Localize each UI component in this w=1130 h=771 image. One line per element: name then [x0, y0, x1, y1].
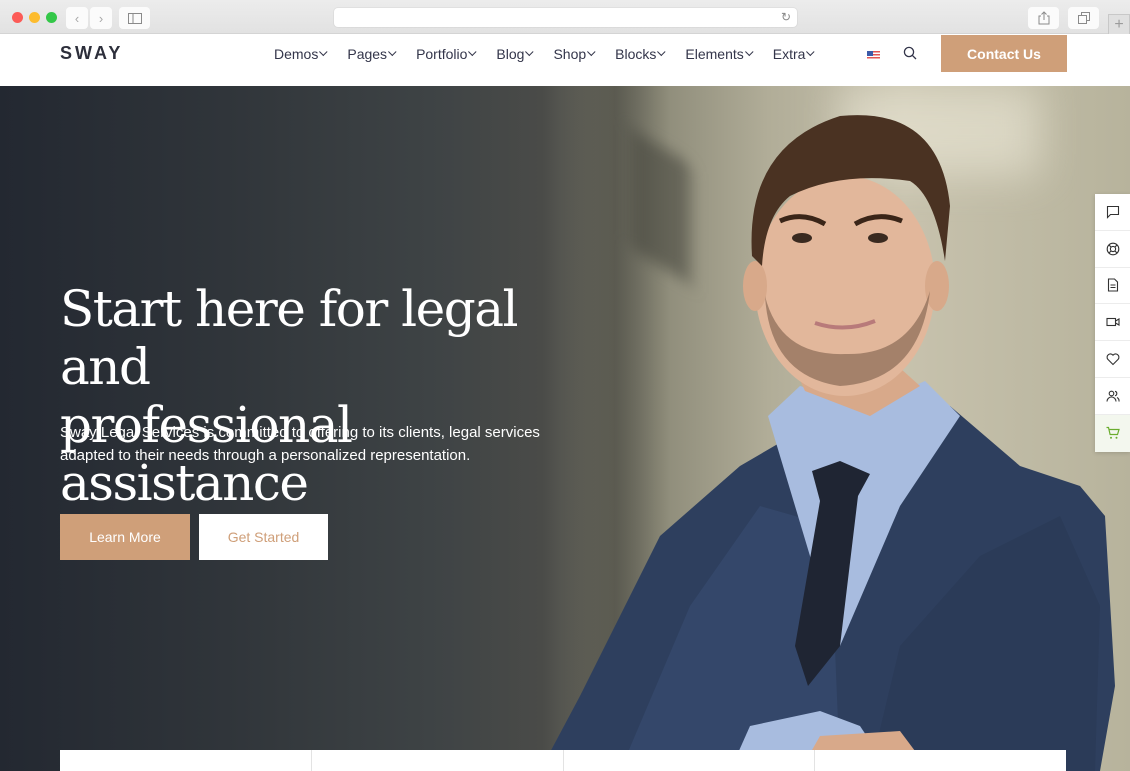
chevron-down-icon — [657, 47, 666, 57]
search-icon[interactable] — [903, 46, 917, 60]
feature-card — [564, 750, 816, 771]
side-item-favorite[interactable] — [1095, 341, 1130, 378]
us-flag-icon[interactable] — [867, 51, 880, 60]
chevron-right-icon: › — [98, 10, 104, 26]
chevron-down-icon — [319, 47, 328, 57]
browser-chrome: ‹ › ↻ + — [0, 0, 1130, 34]
hero-title-line-1: Start here for legal and — [60, 280, 519, 396]
close-window-button[interactable] — [12, 12, 23, 23]
side-item-document[interactable] — [1095, 268, 1130, 305]
site-header: SWAY Demos Pages Portfolio Blog Shop Blo… — [0, 34, 1130, 86]
zoom-window-button[interactable] — [46, 12, 57, 23]
cart-icon — [1106, 427, 1120, 439]
feature-card — [815, 750, 1066, 771]
sidebar-icon — [127, 12, 142, 24]
chevron-down-icon — [525, 47, 534, 57]
nav-item-portfolio[interactable]: Portfolio — [416, 46, 477, 62]
forward-button[interactable]: › — [90, 7, 112, 29]
sidebar-toggle-button[interactable] — [119, 7, 150, 29]
chevron-down-icon — [806, 47, 815, 57]
nav-item-pages[interactable]: Pages — [347, 46, 397, 62]
chevron-down-icon — [388, 47, 397, 57]
document-icon — [1107, 278, 1118, 293]
video-camera-icon — [1105, 318, 1120, 327]
hero-title: Start here for legal and professional as… — [60, 280, 600, 512]
hero-section: Start here for legal and professional as… — [0, 86, 1130, 771]
users-icon — [1105, 390, 1120, 402]
plus-icon: + — [1114, 15, 1124, 33]
heart-icon — [1106, 353, 1119, 366]
chevron-down-icon — [468, 47, 477, 57]
feature-card — [60, 750, 312, 771]
nav-item-demos[interactable]: Demos — [274, 46, 328, 62]
nav-item-extra[interactable]: Extra — [773, 46, 815, 62]
nav-item-elements[interactable]: Elements — [685, 46, 754, 62]
chat-icon — [1106, 205, 1119, 219]
chevron-left-icon: ‹ — [74, 10, 80, 26]
tabs-overview-button[interactable] — [1068, 7, 1099, 29]
feature-cards — [60, 750, 1066, 771]
side-item-users[interactable] — [1095, 378, 1130, 415]
side-item-cart[interactable] — [1095, 414, 1130, 452]
tabs-icon — [1077, 12, 1090, 24]
side-item-chat[interactable] — [1095, 194, 1130, 231]
side-item-video[interactable] — [1095, 304, 1130, 342]
address-bar[interactable]: ↻ — [334, 8, 797, 27]
lifebuoy-icon — [1106, 242, 1119, 256]
side-toolbar — [1095, 194, 1130, 452]
reload-icon[interactable]: ↻ — [781, 10, 791, 24]
chevron-down-icon — [587, 47, 596, 57]
hero-portrait-image — [540, 115, 1115, 771]
chevron-down-icon — [744, 47, 754, 57]
nav-item-blog[interactable]: Blog — [496, 46, 534, 62]
contact-us-button[interactable]: Contact Us — [941, 35, 1067, 72]
feature-card — [312, 750, 564, 771]
nav-item-blocks[interactable]: Blocks — [615, 46, 666, 62]
back-button[interactable]: ‹ — [66, 7, 88, 29]
logo[interactable]: SWAY — [60, 43, 123, 64]
share-button[interactable] — [1028, 7, 1059, 29]
learn-more-button[interactable]: Learn More — [60, 514, 190, 560]
nav-item-shop[interactable]: Shop — [553, 46, 596, 62]
get-started-button[interactable]: Get Started — [199, 514, 328, 560]
minimize-window-button[interactable] — [29, 12, 40, 23]
side-item-support[interactable] — [1095, 231, 1130, 268]
share-icon — [1038, 11, 1049, 25]
new-tab-button[interactable]: + — [1108, 14, 1130, 34]
hero-description: Sway Legal Services is committed to offe… — [60, 424, 540, 464]
main-nav: Demos Pages Portfolio Blog Shop Blocks E… — [274, 46, 834, 62]
